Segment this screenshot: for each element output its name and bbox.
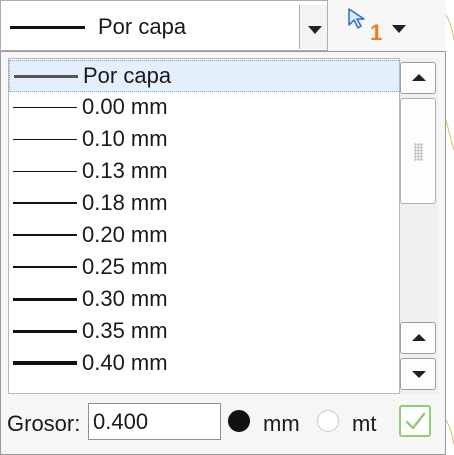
line-weight-swatch xyxy=(13,330,77,333)
unit-mt-radio[interactable] xyxy=(317,410,339,432)
line-weight-option-label: 0.18 mm xyxy=(82,190,168,215)
drawing-canvas-edge xyxy=(445,0,454,455)
line-weight-option[interactable]: Por capa xyxy=(9,60,399,92)
line-weight-combo[interactable]: Por capa xyxy=(0,0,328,51)
chevron-up-icon xyxy=(412,74,426,81)
line-weight-swatch xyxy=(14,75,78,78)
combo-dropdown-button[interactable] xyxy=(299,5,327,49)
scrollbar-thumb[interactable] xyxy=(400,98,436,204)
line-weight-option[interactable]: 0.25 mm xyxy=(9,252,399,284)
list-scrollbar[interactable] xyxy=(400,58,438,394)
line-weight-list[interactable]: Por capa 0.00 mm 0.10 mm 0.13 mm 0.18 mm 0.20… xyxy=(8,58,400,394)
line-weight-swatch xyxy=(13,107,77,108)
line-weight-option[interactable]: 0.30 mm xyxy=(9,284,399,316)
line-weight-option[interactable]: 0.10 mm xyxy=(9,124,399,156)
scroll-up-button[interactable] xyxy=(400,62,436,94)
line-weight-option-label: 0.40 mm xyxy=(82,350,168,375)
chevron-down-icon xyxy=(392,25,406,33)
line-weight-combo-label: Por capa xyxy=(98,14,187,39)
grip-icon xyxy=(414,143,423,161)
chevron-down-icon xyxy=(308,26,322,34)
line-weight-swatch xyxy=(13,234,77,236)
line-weight-option-label: 0.13 mm xyxy=(82,158,168,183)
line-weight-dropdown: Por capa 0.00 mm 0.10 mm 0.13 mm 0.18 mm 0.20… xyxy=(0,51,446,455)
line-weight-option-label: 0.00 mm xyxy=(82,94,168,119)
canvas-curves xyxy=(445,14,454,446)
line-weight-option-label: 0.35 mm xyxy=(82,318,168,343)
grosor-input[interactable] xyxy=(88,403,221,440)
grosor-label: Grosor: xyxy=(7,411,81,436)
line-weight-swatch xyxy=(13,171,77,172)
selection-filter-button[interactable]: 1 xyxy=(340,0,420,51)
page-up-button[interactable] xyxy=(400,322,436,354)
line-weight-option[interactable]: 0.35 mm xyxy=(9,316,399,348)
checkmark-icon xyxy=(405,412,426,430)
line-weight-swatch xyxy=(13,139,77,140)
line-weight-option[interactable]: 0.40 mm xyxy=(9,348,399,380)
scroll-down-button[interactable] xyxy=(400,358,436,390)
unit-mm-label: mm xyxy=(263,411,300,436)
line-weight-swatch xyxy=(13,202,77,204)
line-weight-option-label: 0.25 mm xyxy=(82,254,168,279)
unit-mm-radio[interactable] xyxy=(228,410,250,432)
line-weight-option[interactable]: 0.20 mm xyxy=(9,220,399,252)
line-weight-option[interactable]: 0.18 mm xyxy=(9,188,399,220)
line-weight-option-label: 0.20 mm xyxy=(82,222,168,247)
unit-mt-label: mt xyxy=(352,411,377,436)
line-weight-swatch xyxy=(10,26,85,29)
apply-button[interactable] xyxy=(399,405,431,437)
line-weight-option-label: 0.10 mm xyxy=(82,126,168,151)
chevron-up-icon xyxy=(412,334,426,341)
line-weight-swatch xyxy=(13,266,77,268)
line-weight-option-label: 0.30 mm xyxy=(82,286,168,311)
line-weight-swatch xyxy=(13,298,77,301)
cursor-arrow-icon xyxy=(348,8,365,29)
line-weight-swatch xyxy=(13,361,77,365)
chevron-down-icon xyxy=(412,371,426,378)
line-weight-option[interactable]: 0.13 mm xyxy=(9,156,399,188)
line-weight-option-label: Por capa xyxy=(83,63,172,88)
line-weight-option[interactable]: 0.00 mm xyxy=(9,92,399,124)
selection-count: 1 xyxy=(370,20,383,45)
